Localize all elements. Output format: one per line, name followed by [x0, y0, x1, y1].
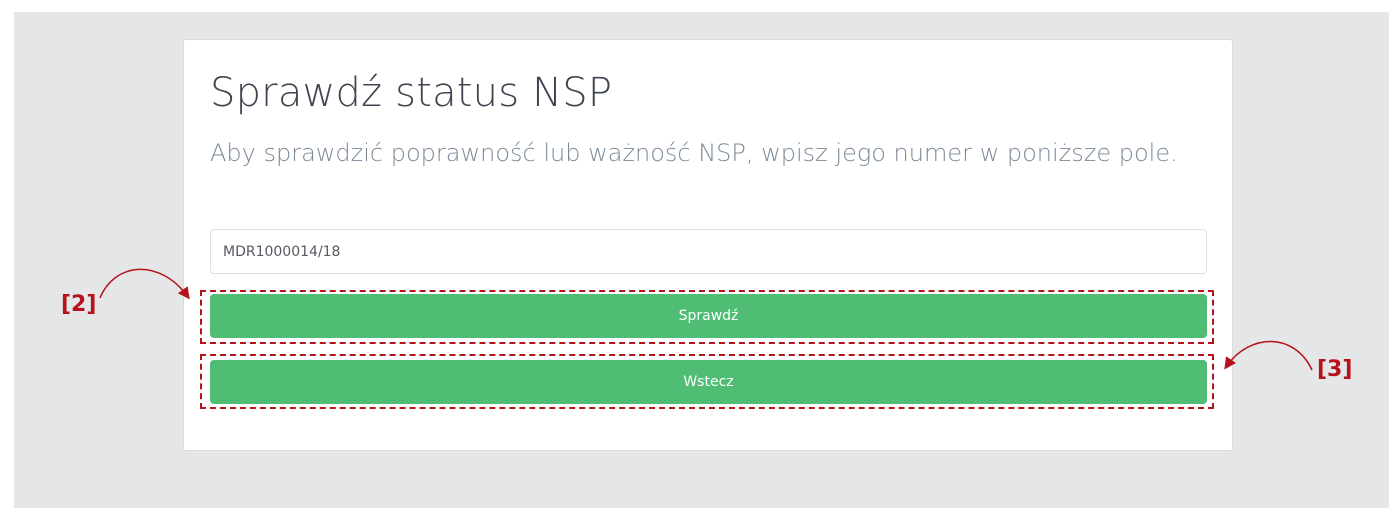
callout-label-2: [2] — [61, 292, 97, 317]
page-description: Aby sprawdzić poprawność lub ważność NSP… — [210, 139, 1178, 167]
nsp-number-input[interactable] — [210, 229, 1207, 274]
callout-label-3: [3] — [1317, 357, 1353, 382]
highlight-box-back — [200, 354, 1214, 409]
highlight-box-check — [200, 290, 1214, 344]
page-title: Sprawdź status NSP — [210, 70, 613, 116]
